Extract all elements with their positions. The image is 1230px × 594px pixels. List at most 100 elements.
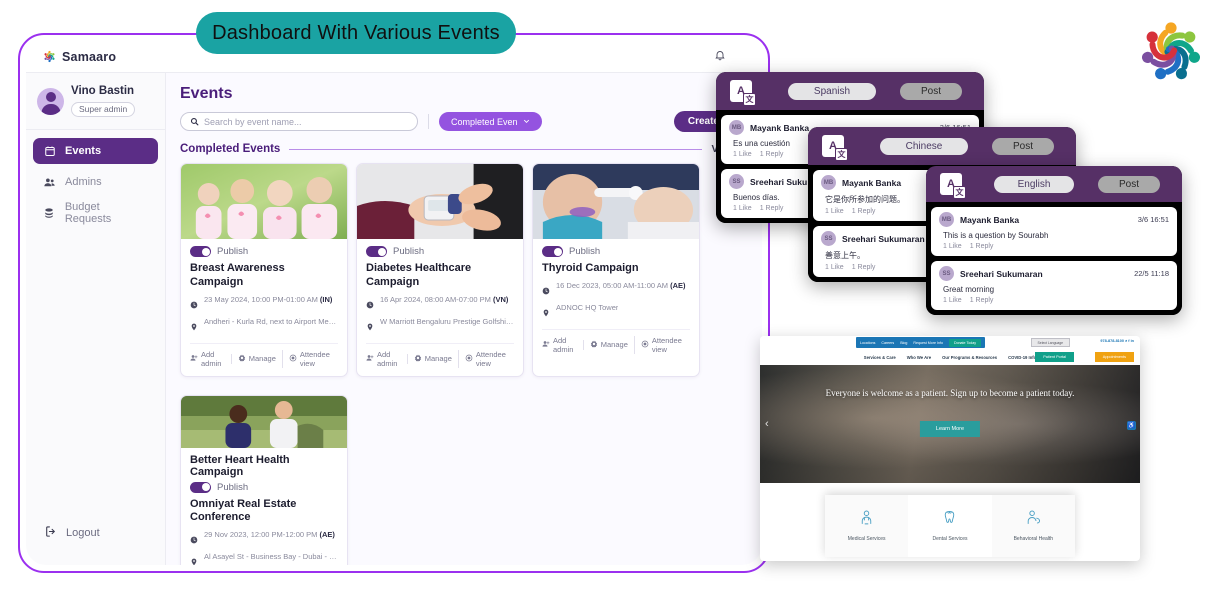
chat-messages: MB Mayank Banka 3/6 16:51 This is a ques… [926, 202, 1182, 315]
message-author: Sreehari Sukumaran [842, 233, 925, 244]
message-author: Mayank Banka [960, 214, 1020, 225]
manage-button[interactable]: Manage [406, 353, 458, 364]
site-nav-covid[interactable]: COVID-19 Info [1008, 355, 1036, 360]
language-selector[interactable]: English [994, 175, 1074, 193]
publish-toggle[interactable] [190, 481, 211, 493]
user-role-badge: Super admin [71, 101, 136, 117]
service-card-behavioral[interactable]: Behavioral Health [991, 495, 1075, 557]
site-phone-number: 978-878-8100 ⌕ f in [1100, 339, 1134, 343]
add-admin-button[interactable]: Add admin [366, 350, 407, 368]
select-language-dropdown[interactable]: Select Language [1030, 338, 1070, 347]
eye-icon [289, 354, 297, 364]
post-button[interactable]: Post [1098, 175, 1160, 193]
search-input[interactable]: Search by event name... [180, 112, 418, 131]
publish-toggle[interactable] [542, 246, 563, 257]
reply-count[interactable]: 1 Reply [970, 243, 994, 250]
samaaro-logo-icon [44, 50, 55, 63]
toolbar: Search by event name... Completed Even C… [180, 111, 748, 132]
filter-dropdown[interactable]: Completed Even [439, 112, 542, 131]
translate-icon[interactable]: A文 [730, 80, 756, 106]
add-admin-label: Add admin [553, 335, 574, 354]
section-title: Completed Events [180, 143, 281, 155]
like-count[interactable]: 1 Like [943, 297, 962, 304]
reply-count[interactable]: 1 Reply [852, 264, 876, 271]
site-nav-programs[interactable]: Our Programs & Resources [942, 355, 997, 360]
event-thumbnail [181, 164, 347, 239]
reply-count[interactable]: 1 Reply [760, 205, 784, 212]
carousel-prev-icon[interactable]: ‹ [765, 418, 769, 430]
reply-count[interactable]: 1 Reply [970, 297, 994, 304]
event-card[interactable]: Publish Thyroid Campaign 16 Dec 2023, 05… [532, 163, 700, 377]
like-count[interactable]: 1 Like [733, 205, 752, 212]
event-card[interactable]: Better Heart Health Campaign Publish Omn… [180, 394, 348, 565]
chat-message[interactable]: SS Sreehari Sukumaran 22/5 11:18 Great m… [931, 261, 1177, 310]
publish-label: Publish [217, 481, 249, 493]
attendee-view-button[interactable]: Attendee view [633, 335, 690, 354]
avatar [37, 87, 64, 115]
post-button[interactable]: Post [900, 82, 962, 100]
publish-toggle[interactable] [366, 246, 387, 257]
card-actions: Add admin Manage Attendee view [190, 342, 338, 368]
search-icon[interactable]: ⌕ [1125, 339, 1127, 343]
accessibility-icon[interactable]: ♿ [1127, 421, 1136, 430]
manage-button[interactable]: Manage [230, 353, 282, 364]
language-selector[interactable]: Chinese [880, 137, 968, 155]
event-card[interactable]: Publish Breast Awareness Campaign 23 May… [180, 163, 348, 377]
avatar: MB [939, 212, 954, 227]
site-nav-careers[interactable]: Careers [881, 341, 894, 345]
site-hero: Everyone is welcome as a patient. Sign u… [760, 365, 1140, 483]
calendar-icon [43, 145, 56, 158]
event-location-text: ADNOC HQ Tower [556, 302, 619, 312]
patient-portal-button[interactable]: Patient Portal [1035, 352, 1074, 362]
like-count[interactable]: 1 Like [733, 151, 752, 158]
sidebar-nav: Events Admins Budget Requests [26, 130, 165, 231]
service-card-medical[interactable]: Medical Services [825, 495, 909, 557]
sidebar-item-events[interactable]: Events [33, 138, 158, 165]
service-card-dental[interactable]: Dental Services [908, 495, 992, 557]
avatar: SS [729, 174, 744, 189]
post-button[interactable]: Post [992, 137, 1054, 155]
donate-button[interactable]: Donate Today [948, 338, 982, 347]
phone-text: 978-878-8100 [1100, 339, 1125, 343]
avatar: MB [729, 120, 744, 135]
add-user-icon [190, 354, 198, 364]
event-date-text: 16 Dec 2023, 05:00 AM-11:00 AM [556, 280, 669, 290]
bell-icon[interactable] [714, 48, 726, 66]
reply-count[interactable]: 1 Reply [852, 208, 876, 215]
logout-button[interactable]: Logout [26, 525, 165, 565]
event-thumbnail [181, 395, 347, 448]
translate-icon[interactable]: A文 [940, 173, 966, 199]
publish-toggle[interactable] [190, 246, 211, 257]
like-count[interactable]: 1 Like [825, 208, 844, 215]
event-date: 23 May 2024, 10:00 PM-01:00 AM (IN) [190, 295, 338, 314]
site-nav-blog[interactable]: Blog [900, 341, 907, 345]
website-preview[interactable]: Locations Careers Blog Request More Info… [760, 336, 1140, 561]
facebook-icon[interactable]: f [1128, 339, 1129, 343]
site-nav-services[interactable]: Services & Care [864, 355, 896, 360]
user-profile[interactable]: Vino Bastin Super admin [26, 73, 165, 131]
site-nav-request-info[interactable]: Request More Info [913, 341, 943, 345]
attendee-view-button[interactable]: Attendee view [281, 349, 338, 368]
add-admin-button[interactable]: Add admin [190, 350, 231, 368]
like-count[interactable]: 1 Like [825, 264, 844, 271]
sidebar-item-admins[interactable]: Admins [33, 169, 158, 195]
chat-message[interactable]: MB Mayank Banka 3/6 16:51 This is a ques… [931, 207, 1177, 256]
sidebar: Vino Bastin Super admin Events Admins Bu… [26, 73, 166, 565]
sidebar-item-budget-requests[interactable]: Budget Requests [33, 200, 158, 226]
translate-icon[interactable]: A文 [822, 135, 848, 161]
attendee-view-button[interactable]: Attendee view [457, 349, 514, 368]
manage-button[interactable]: Manage [582, 339, 634, 350]
event-card[interactable]: Publish Diabetes Healthcare Campaign 16 … [356, 163, 524, 377]
like-count[interactable]: 1 Like [943, 243, 962, 250]
learn-more-button[interactable]: Learn More [919, 421, 981, 437]
add-admin-button[interactable]: Add admin [542, 336, 583, 354]
brand: Samaaro [42, 49, 116, 64]
linkedin-icon[interactable]: in [1131, 339, 1134, 343]
chat-panel-english[interactable]: A文 English Post MB Mayank Banka 3/6 16:5… [926, 166, 1182, 315]
site-nav-who-we-are[interactable]: Who We Are [907, 355, 931, 360]
appointments-button[interactable]: Appointments [1094, 352, 1134, 362]
site-nav-locations[interactable]: Locations [860, 341, 875, 345]
reply-count[interactable]: 1 Reply [760, 151, 784, 158]
language-selector[interactable]: Spanish [788, 82, 876, 100]
event-location: Andheri - Kurla Rd, next to Airport Metr… [190, 317, 338, 336]
